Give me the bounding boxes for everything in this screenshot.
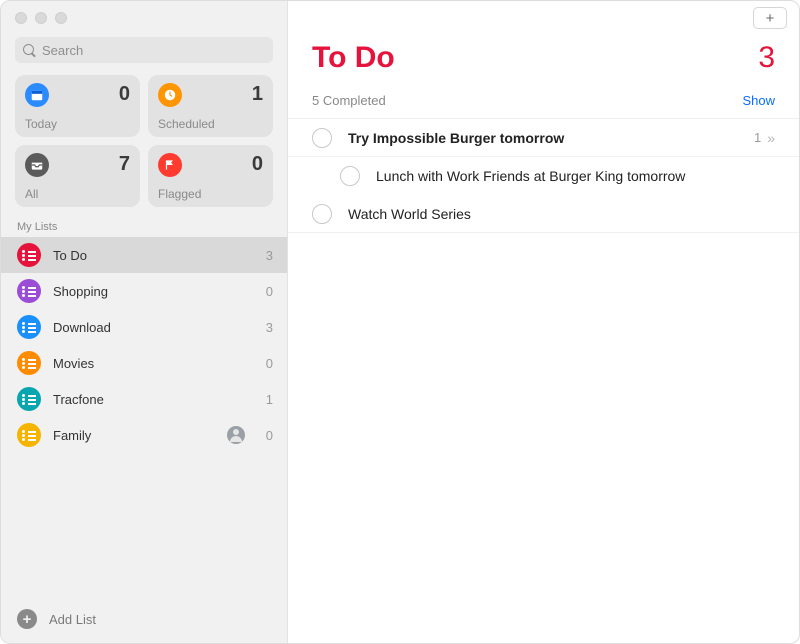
list-icon xyxy=(17,351,41,375)
reminder-subitem[interactable]: Lunch with Work Friends at Burger King t… xyxy=(288,157,799,195)
card-all[interactable]: 7 All xyxy=(15,145,140,207)
search-placeholder: Search xyxy=(42,43,83,58)
reminder-item[interactable]: Watch World Series xyxy=(288,195,799,233)
clock-icon xyxy=(158,83,182,107)
list-title-row: To Do 3 xyxy=(288,35,799,79)
list-item-todo[interactable]: To Do 3 xyxy=(1,237,287,273)
list-total-count: 3 xyxy=(758,41,775,75)
list-icon xyxy=(17,387,41,411)
list-title: To Do xyxy=(312,41,395,75)
completed-row: 5 Completed Show xyxy=(288,79,799,119)
list-icon xyxy=(17,279,41,303)
list-name: Movies xyxy=(53,356,253,371)
traffic-light-minimize[interactable] xyxy=(35,12,47,24)
add-reminder-button[interactable]: + xyxy=(753,7,787,29)
main-panel: + To Do 3 5 Completed Show Try Impossibl… xyxy=(288,1,799,643)
card-flagged-count: 0 xyxy=(252,153,263,176)
list-item-family[interactable]: Family 0 xyxy=(1,417,287,453)
subtask-count: 1 xyxy=(754,130,761,145)
list-icon xyxy=(17,315,41,339)
list-item-tracfone[interactable]: Tracfone 1 xyxy=(1,381,287,417)
reminder-text: Try Impossible Burger tomorrow xyxy=(348,130,754,146)
card-today-count: 0 xyxy=(119,83,130,106)
list-icon xyxy=(17,423,41,447)
window-controls xyxy=(1,1,287,35)
list-item-shopping[interactable]: Shopping 0 xyxy=(1,273,287,309)
completed-label: 5 Completed xyxy=(312,93,386,108)
card-today[interactable]: 0 Today xyxy=(15,75,140,137)
plus-icon: + xyxy=(766,10,775,27)
traffic-light-close[interactable] xyxy=(15,12,27,24)
list-name: Download xyxy=(53,320,253,335)
flag-icon xyxy=(158,153,182,177)
smart-list-cards: 0 Today 1 Scheduled 7 xyxy=(1,75,287,207)
list-count: 0 xyxy=(253,428,273,443)
search-icon xyxy=(23,44,36,57)
app-window: Search 0 Today 1 Schedule xyxy=(0,0,800,644)
card-all-count: 7 xyxy=(119,153,130,176)
card-scheduled-count: 1 xyxy=(252,83,263,106)
chevron-right-icon[interactable]: » xyxy=(767,130,775,146)
calendar-today-icon xyxy=(25,83,49,107)
list-icon xyxy=(17,243,41,267)
add-list-label: Add List xyxy=(49,612,96,627)
card-scheduled[interactable]: 1 Scheduled xyxy=(148,75,273,137)
complete-circle[interactable] xyxy=(312,204,332,224)
reminder-text: Watch World Series xyxy=(348,206,775,222)
card-today-label: Today xyxy=(25,117,130,131)
complete-circle[interactable] xyxy=(312,128,332,148)
card-flagged-label: Flagged xyxy=(158,187,263,201)
show-completed-button[interactable]: Show xyxy=(742,93,775,108)
mylists: To Do 3 Shopping 0 Download 3 Movies 0 T… xyxy=(1,237,287,595)
reminder-item[interactable]: Try Impossible Burger tomorrow 1 » xyxy=(288,119,799,157)
plus-circle-icon: + xyxy=(17,609,37,629)
toolbar: + xyxy=(288,1,799,35)
mylists-header: My Lists xyxy=(17,221,287,233)
card-scheduled-label: Scheduled xyxy=(158,117,263,131)
reminder-text: Lunch with Work Friends at Burger King t… xyxy=(376,168,775,184)
list-count: 3 xyxy=(253,320,273,335)
traffic-light-zoom[interactable] xyxy=(55,12,67,24)
list-count: 3 xyxy=(253,248,273,263)
list-item-movies[interactable]: Movies 0 xyxy=(1,345,287,381)
shared-icon xyxy=(227,426,245,444)
list-name: Tracfone xyxy=(53,392,253,407)
list-name: To Do xyxy=(53,248,253,263)
list-count: 1 xyxy=(253,392,273,407)
list-name: Shopping xyxy=(53,284,253,299)
card-flagged[interactable]: 0 Flagged xyxy=(148,145,273,207)
list-count: 0 xyxy=(253,284,273,299)
list-count: 0 xyxy=(253,356,273,371)
list-item-download[interactable]: Download 3 xyxy=(1,309,287,345)
card-all-label: All xyxy=(25,187,130,201)
tray-icon xyxy=(25,153,49,177)
complete-circle[interactable] xyxy=(340,166,360,186)
sidebar: Search 0 Today 1 Schedule xyxy=(1,1,288,643)
list-name: Family xyxy=(53,428,227,443)
search-input[interactable]: Search xyxy=(15,37,273,63)
add-list-button[interactable]: + Add List xyxy=(1,595,287,643)
